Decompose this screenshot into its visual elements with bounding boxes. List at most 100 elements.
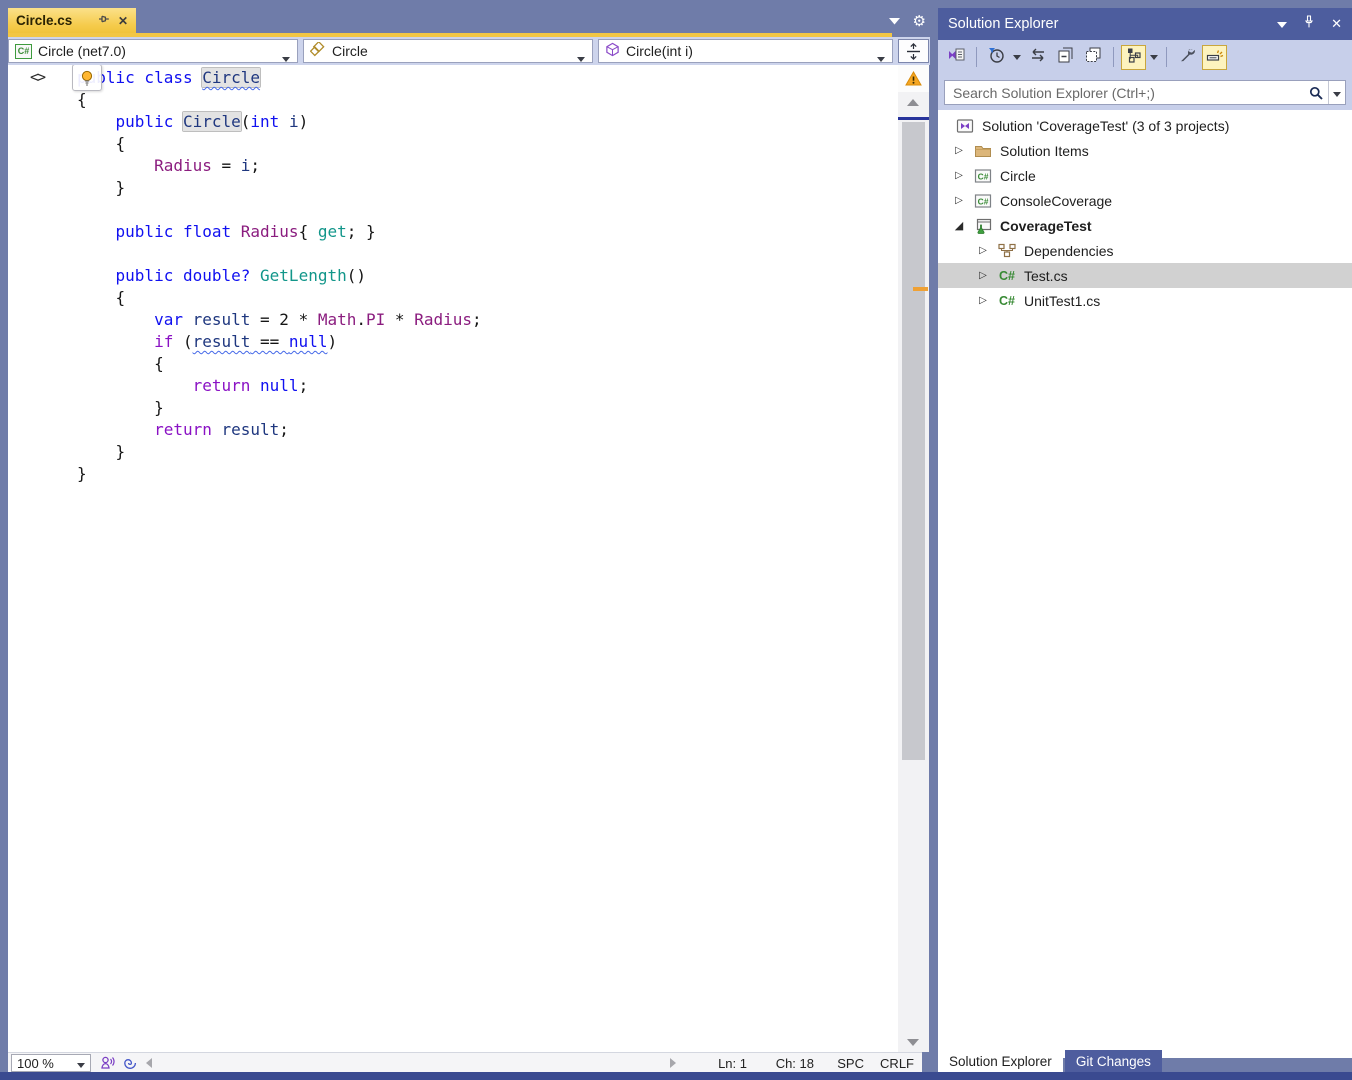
collapse-all-button[interactable] — [1053, 45, 1078, 70]
spiral-icon[interactable] — [123, 1056, 137, 1073]
preview-selected-items-icon — [1206, 47, 1224, 67]
gear-icon[interactable]: ⚙ — [913, 14, 926, 29]
chevron-down-icon[interactable] — [889, 12, 900, 30]
panel-title-bar[interactable]: Solution Explorer ✕ — [938, 8, 1352, 40]
vertical-scrollbar[interactable] — [898, 65, 929, 1052]
code-element-margin-glyph: <> — [30, 68, 44, 86]
hscroll-right-arrow[interactable] — [670, 1058, 676, 1068]
caret-position-marker — [898, 117, 929, 120]
status-whitespace: SPC — [837, 1056, 864, 1071]
live-share-icon[interactable] — [100, 1055, 115, 1073]
open-files-filter-button[interactable] — [984, 45, 1009, 70]
expand-arrow-icon[interactable]: ▷ — [948, 145, 970, 156]
warning-icon — [905, 71, 922, 86]
solution-tree: Solution 'CoverageTest' (3 of 3 projects… — [938, 110, 1352, 1058]
lightbulb-icon — [80, 70, 94, 86]
open-files-filter-icon — [988, 47, 1005, 68]
sync-active-document-button[interactable] — [1025, 45, 1050, 70]
chevron-down-icon[interactable] — [1277, 15, 1287, 33]
properties-button[interactable] — [1174, 45, 1199, 70]
scroll-down-arrow[interactable] — [907, 1039, 919, 1046]
quick-actions-lightbulb[interactable] — [72, 65, 102, 91]
expand-arrow-icon[interactable]: ▷ — [948, 170, 970, 181]
show-all-files-icon — [1085, 47, 1102, 68]
chevron-down-icon — [577, 49, 585, 65]
search-input[interactable] — [945, 85, 1304, 101]
code-line — [77, 243, 482, 265]
csfile-icon: C# — [994, 294, 1020, 308]
csharp-project-icon: C# — [15, 44, 32, 59]
chevron-down-icon[interactable] — [1149, 55, 1159, 60]
tree-item-dependencies[interactable]: ▷ Dependencies — [938, 238, 1352, 263]
type-dropdown[interactable]: Circle — [303, 39, 593, 63]
svg-text:C#: C# — [978, 171, 989, 181]
tree-item-coveragetest[interactable]: ◢CoverageTest — [938, 213, 1352, 238]
tree-item-circle[interactable]: ▷ C# Circle — [938, 163, 1352, 188]
code-line: { — [77, 287, 482, 309]
code-line: public float Radius{ get; } — [77, 221, 482, 243]
code-line: { — [77, 89, 482, 111]
code-editor[interactable]: <> public class Circle{ public Circle(in… — [8, 65, 898, 1052]
show-all-files-button[interactable] — [1081, 45, 1106, 70]
search-box[interactable] — [944, 80, 1346, 105]
properties-icon — [1179, 47, 1195, 68]
tree-item-label: Dependencies — [1024, 243, 1114, 259]
track-active-item-button[interactable] — [1121, 45, 1146, 70]
tree-item-label: Circle — [1000, 168, 1036, 184]
search-options-dropdown[interactable] — [1328, 81, 1345, 104]
panel-bottom-tabs: Solution Explorer Git Changes — [938, 1050, 1162, 1072]
expand-arrow-icon[interactable]: ▷ — [972, 270, 994, 281]
close-icon[interactable]: ✕ — [1331, 16, 1342, 32]
zoom-level-dropdown[interactable]: 100 % — [11, 1054, 91, 1072]
expand-arrow-icon[interactable]: ▷ — [972, 295, 994, 306]
status-line: Ln: 1 — [718, 1056, 747, 1071]
panel-title: Solution Explorer — [948, 16, 1058, 32]
scroll-up-arrow[interactable] — [907, 99, 919, 106]
tab-solution-explorer[interactable]: Solution Explorer — [938, 1050, 1063, 1072]
vs-window: { "window": { "background": "#6F7CA9" },… — [0, 0, 1352, 1080]
chevron-down-icon — [1333, 84, 1341, 102]
close-icon[interactable]: ✕ — [118, 14, 128, 28]
tab-git-changes[interactable]: Git Changes — [1065, 1050, 1162, 1072]
tree-item-test-cs[interactable]: ▷C#Test.cs — [938, 263, 1352, 288]
document-health-indicator[interactable] — [898, 65, 929, 92]
pin-icon[interactable] — [98, 12, 110, 30]
expand-arrow-icon[interactable]: ▷ — [972, 245, 994, 256]
tree-item-unittest1-cs[interactable]: ▷C#UnitTest1.cs — [938, 288, 1352, 313]
collapse-arrow-icon[interactable]: ◢ — [948, 219, 970, 232]
preview-selected-items-button[interactable] — [1202, 45, 1227, 70]
code-line: { — [77, 133, 482, 155]
document-tab-strip: Circle.cs ✕ ⚙ — [8, 8, 930, 33]
code-line: public double? GetLength() — [77, 265, 482, 287]
code-line: } — [77, 463, 482, 485]
pin-icon[interactable] — [1304, 15, 1314, 33]
status-column: Ch: 18 — [776, 1056, 814, 1071]
code-line: if (result == null) — [77, 331, 482, 353]
chevron-down-icon — [77, 1056, 85, 1071]
chevron-down-icon[interactable] — [1012, 55, 1022, 60]
solution-explorer-panel: Solution Explorer ✕ Solution 'CoverageTe… — [938, 8, 1352, 1050]
tree-item-consolecoverage[interactable]: ▷C#ConsoleCoverage — [938, 188, 1352, 213]
window-bottom-edge — [0, 1072, 1352, 1080]
expand-arrow-icon[interactable]: ▷ — [948, 195, 970, 206]
tree-item-label: ConsoleCoverage — [1000, 193, 1112, 209]
document-tab-circle-cs[interactable]: Circle.cs ✕ — [8, 8, 136, 33]
search-icon[interactable] — [1304, 86, 1328, 100]
switch-views-button[interactable] — [944, 45, 969, 70]
chevron-down-icon — [877, 49, 885, 65]
code-line: return result; — [77, 419, 482, 441]
tree-item-solution-items[interactable]: ▷Solution Items — [938, 138, 1352, 163]
code-line: Radius = i; — [77, 155, 482, 177]
chevron-down-icon — [282, 49, 290, 65]
project-dropdown[interactable]: C# Circle (net7.0) — [8, 39, 298, 63]
scrollbar-thumb[interactable] — [902, 122, 925, 760]
code-line: public Circle(int i) — [77, 111, 482, 133]
hscroll-left-arrow[interactable] — [146, 1058, 152, 1068]
tree-item-solution-coveragetest-3-of-3-projects[interactable]: Solution 'CoverageTest' (3 of 3 projects… — [938, 113, 1352, 138]
split-editor-button[interactable] — [898, 39, 929, 63]
search-row — [938, 74, 1352, 110]
project-dropdown-value: Circle (net7.0) — [38, 43, 126, 59]
tree-item-label: Test.cs — [1024, 268, 1068, 284]
member-dropdown[interactable]: Circle(int i) — [598, 39, 893, 63]
toolbar-separator — [1166, 47, 1167, 67]
